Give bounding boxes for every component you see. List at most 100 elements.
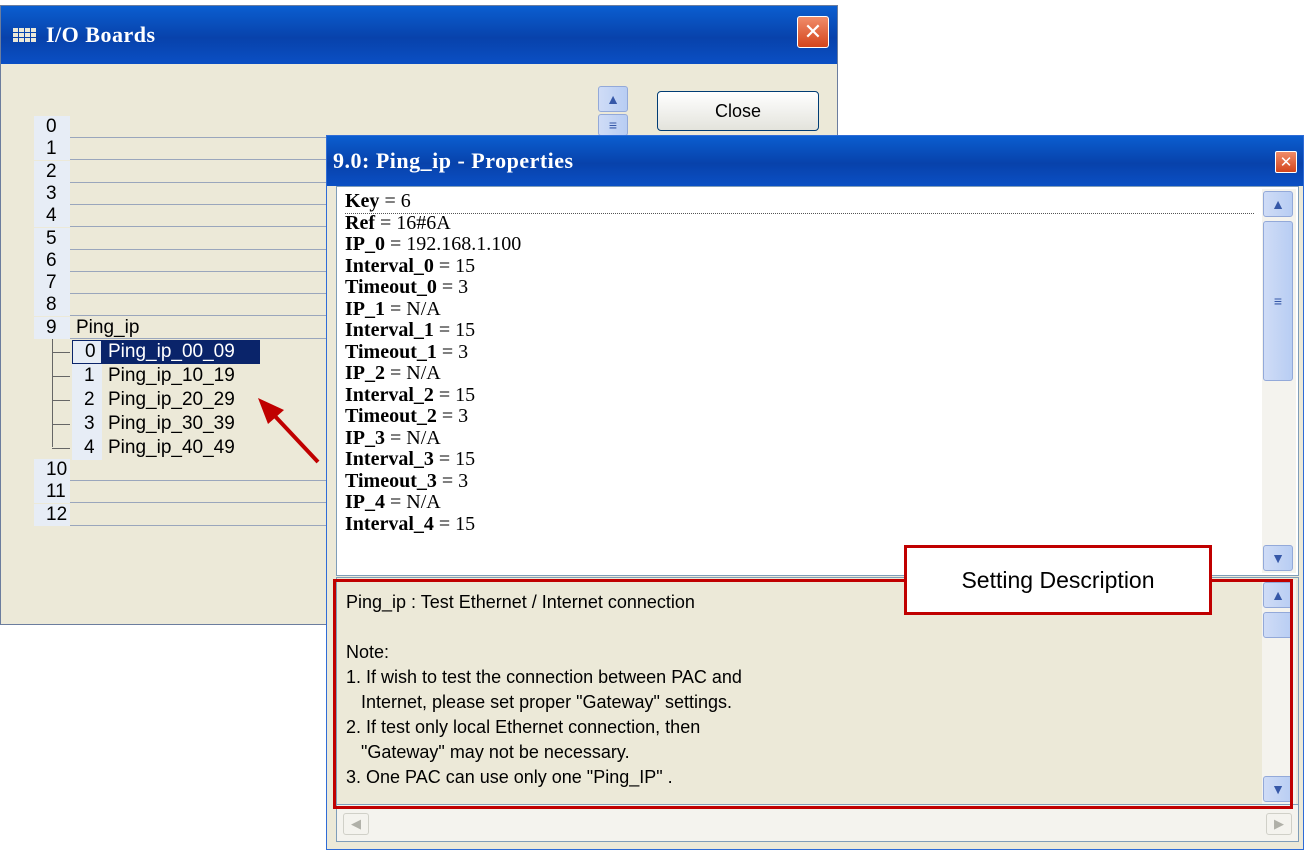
scroll-left-icon[interactable]: ◀	[343, 813, 369, 835]
property-row[interactable]: Timeout_0 = 3	[345, 276, 1255, 299]
equals-sign: =	[385, 491, 407, 513]
equals-sign: =	[385, 362, 407, 384]
property-row[interactable]: Interval_1 = 15	[345, 319, 1255, 342]
equals-sign: =	[436, 340, 459, 363]
property-row[interactable]: IP_3 = N/A	[345, 426, 1255, 450]
property-value: 6	[400, 191, 411, 212]
properties-list[interactable]: Key = 6 Ref = 16#6A IP_0 = 192.168.1.100 In…	[336, 186, 1299, 576]
property-key: Key	[345, 191, 380, 212]
property-row[interactable]: Interval_2 = 15	[345, 383, 1255, 407]
scroll-thumb[interactable]: ≡	[598, 114, 628, 136]
board-number: 4	[72, 436, 102, 460]
slot-number: 8	[34, 294, 70, 317]
slot-number: 1	[34, 138, 70, 161]
tree-branch	[52, 424, 70, 425]
equals-sign: =	[374, 211, 397, 234]
properties-title: 9.0: Ping_ip - Properties	[333, 148, 574, 173]
property-value: 15	[455, 512, 476, 535]
slot-number: 12	[34, 503, 70, 526]
properties-scrollbar[interactable]: ▲ ≡ ▼	[1262, 189, 1296, 573]
property-value: 3	[458, 276, 469, 298]
property-row[interactable]: IP_2 = N/A	[345, 362, 1255, 385]
properties-close-icon[interactable]: ✕	[1275, 151, 1297, 173]
property-value: 3	[458, 469, 469, 492]
slot-number: 2	[34, 160, 70, 183]
selected-board-item[interactable]: 0 Ping_ip_00_09	[52, 340, 260, 364]
tree-connector	[52, 339, 72, 447]
property-key: IP_2	[345, 362, 385, 384]
property-key: Timeout_3	[345, 469, 437, 492]
equals-sign: =	[436, 276, 459, 298]
close-button[interactable]: Close	[657, 91, 819, 131]
property-row[interactable]: IP_0 = 192.168.1.100	[345, 233, 1255, 256]
property-key: IP_3	[345, 426, 385, 449]
property-row[interactable]: Interval_4 = 15	[345, 512, 1255, 536]
property-value: N/A	[406, 297, 441, 320]
board-label: Ping_ip_20_29	[108, 389, 235, 410]
properties-titlebar[interactable]: 9.0: Ping_ip - Properties	[327, 136, 1303, 186]
board-label: Ping_ip_30_39	[108, 413, 235, 434]
property-value: N/A	[406, 491, 441, 513]
property-row[interactable]: Interval_0 = 15	[345, 254, 1255, 278]
property-key: IP_4	[345, 491, 385, 513]
grid-icon	[13, 28, 36, 42]
board-number: 0	[72, 340, 102, 364]
board-number: 1	[72, 364, 102, 388]
property-row[interactable]: Ref = 16#6A	[345, 211, 1255, 235]
slot-number: 10	[34, 459, 70, 481]
tree-branch	[52, 352, 70, 353]
property-key: Interval_3	[345, 448, 434, 470]
property-key: Timeout_0	[345, 276, 437, 298]
slot-number: 4	[34, 205, 70, 228]
property-key: Interval_1	[345, 319, 434, 341]
equals-sign: =	[436, 405, 459, 427]
board-item[interactable]: 1 Ping_ip_10_19	[52, 364, 241, 388]
scroll-up-icon[interactable]: ▲	[1263, 191, 1293, 217]
property-key: Interval_0	[345, 254, 434, 277]
equals-sign: =	[385, 297, 407, 320]
board-label: Ping_ip_00_09	[102, 340, 260, 364]
property-key: Interval_4	[345, 512, 434, 535]
property-value: 3	[458, 340, 469, 363]
equals-sign: =	[379, 191, 401, 212]
board-item[interactable]: 3 Ping_ip_30_39	[52, 412, 241, 436]
property-row[interactable]: Timeout_2 = 3	[345, 405, 1255, 428]
slot-list-scrollbar[interactable]: ▲ ≡	[598, 86, 630, 136]
scroll-thumb[interactable]: ≡	[1263, 221, 1293, 381]
property-row[interactable]: IP_1 = N/A	[345, 297, 1255, 321]
property-key: IP_0	[345, 233, 385, 255]
board-item[interactable]: 4 Ping_ip_40_49	[52, 436, 241, 460]
scroll-up-icon[interactable]: ▲	[598, 86, 628, 112]
property-key: Timeout_1	[345, 340, 437, 363]
horizontal-scrollbar[interactable]: ◀ ▶	[336, 804, 1299, 842]
tree-branch	[52, 376, 70, 377]
property-row[interactable]: IP_4 = N/A	[345, 491, 1255, 514]
board-label: Ping_ip_40_49	[108, 437, 235, 458]
slot-number: 0	[34, 116, 70, 138]
property-value: N/A	[406, 426, 441, 449]
property-row[interactable]: Interval_3 = 15	[345, 448, 1255, 471]
slot-number: 11	[34, 481, 70, 504]
slot-number: 6	[34, 249, 70, 272]
property-key: Interval_2	[345, 383, 434, 406]
property-value: 16#6A	[396, 211, 451, 234]
io-boards-title: I/O Boards	[46, 22, 156, 47]
io-boards-titlebar[interactable]: I/O Boards	[1, 6, 837, 64]
property-key: Timeout_2	[345, 405, 437, 427]
slot-label: Ping_ip	[76, 316, 140, 338]
board-item[interactable]: 2 Ping_ip_20_29	[52, 388, 241, 412]
slot-number: 5	[34, 227, 70, 250]
scroll-down-icon[interactable]: ▼	[1263, 545, 1293, 571]
property-row[interactable]: Timeout_1 = 3	[345, 340, 1255, 364]
setting-description-callout: Setting Description	[904, 545, 1212, 615]
property-row[interactable]: Key = 6	[345, 191, 1255, 214]
tree-branch	[52, 448, 70, 449]
equals-sign: =	[433, 512, 456, 535]
io-boards-close-icon[interactable]: ✕	[797, 16, 829, 48]
scroll-right-icon[interactable]: ▶	[1266, 813, 1292, 835]
property-row[interactable]: Timeout_3 = 3	[345, 469, 1255, 493]
board-number: 3	[72, 412, 102, 436]
equals-sign: =	[433, 254, 456, 277]
slot-number: 9	[34, 316, 70, 339]
property-key: Ref	[345, 211, 375, 234]
